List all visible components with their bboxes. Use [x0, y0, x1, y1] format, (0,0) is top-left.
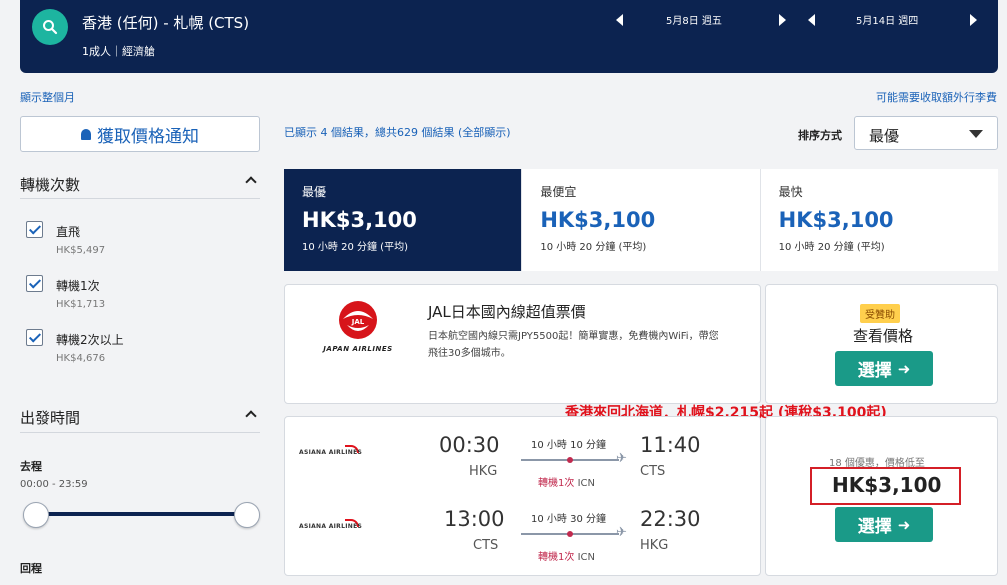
outbound-time-slider-track[interactable]: [36, 512, 248, 516]
prev-depart-date-icon[interactable]: [616, 14, 623, 26]
plane-icon: ✈: [616, 451, 627, 466]
price-alert-label: 獲取價格通知: [97, 126, 199, 147]
jal-brand-text: JAPAN AIRLINES: [323, 345, 393, 353]
collapse-stops-icon[interactable]: [245, 176, 257, 188]
leg1-depart-time: 00:30: [439, 433, 500, 457]
tab-price: HK$3,100: [778, 208, 894, 232]
chevron-down-icon: [969, 130, 983, 138]
leg2-depart-code: CTS: [473, 538, 499, 553]
passenger-class[interactable]: 1成人｜經濟艙: [82, 43, 155, 59]
collapse-time-icon[interactable]: [245, 410, 257, 422]
search-header[interactable]: 香港 (任何) - 札幌 (CTS) 1成人｜經濟艙 5月8日 週五 5月14日…: [20, 0, 998, 73]
depart-date[interactable]: 5月8日 週五: [666, 12, 722, 27]
stops-filter-title[interactable]: 轉機次數: [20, 174, 80, 195]
leg1-arrive-code: CTS: [640, 464, 666, 479]
baggage-fee-link[interactable]: 可能需要收取額外行李費: [876, 89, 997, 105]
airline-name: ASIANA AIRLINES: [299, 523, 363, 530]
leg1-stop-dot: [567, 457, 573, 463]
outbound-slider-end-handle[interactable]: [234, 502, 260, 528]
outbound-slider-start-handle[interactable]: [23, 502, 49, 528]
sponsored-ad-card[interactable]: JAL JAPAN AIRLINES JAL日本國內線超值票價 日本航空國內線只…: [284, 284, 761, 404]
next-depart-date-icon[interactable]: [779, 14, 786, 26]
search-icon: [43, 20, 58, 35]
leg2-stop-dot: [567, 531, 573, 537]
tab-name: 最快: [778, 185, 803, 199]
leg2-depart-time: 13:00: [444, 507, 505, 531]
bell-icon: [81, 128, 91, 140]
select-label: 選擇: [857, 517, 892, 537]
search-button[interactable]: [32, 9, 68, 45]
outbound-range: 00:00 - 23:59: [20, 479, 88, 490]
stops-two-plus-checkbox[interactable]: [26, 329, 43, 346]
leg1-stops: 轉機1次 ICN: [538, 478, 595, 489]
outbound-label: 去程: [20, 460, 42, 473]
leg2-arrive-code: HKG: [640, 538, 669, 553]
price-alert-button[interactable]: 獲取價格通知: [20, 116, 260, 152]
stops-two-plus-price: HK$4,676: [56, 353, 106, 364]
tab-name: 最優: [302, 185, 327, 199]
stops-one-price: HK$1,713: [56, 299, 106, 310]
results-summary[interactable]: 已顯示 4 個結果，總共629 個結果 (全部顯示): [284, 124, 511, 140]
svg-text:JAL: JAL: [351, 318, 365, 326]
stops-one-label[interactable]: 轉機1次: [56, 277, 100, 294]
stops-two-plus-label[interactable]: 轉機2次以上: [56, 331, 124, 348]
tab-price: HK$3,100: [302, 208, 417, 232]
sponsored-badge: 受贊助: [860, 304, 900, 323]
show-whole-month-link[interactable]: 顯示整個月: [20, 89, 75, 105]
flight-result-card[interactable]: ASIANA AIRLINES 00:30 HKG 10 小時 10 分鐘 ✈ …: [284, 416, 761, 576]
ad-select-button[interactable]: 選擇 ➜: [835, 351, 933, 386]
tab-price: HK$3,100: [540, 208, 656, 232]
stops-direct-label[interactable]: 直飛: [56, 223, 80, 240]
return-label: 回程: [20, 562, 42, 575]
ad-description: 日本航空國內線只需JPY5500起！簡單實惠，免費機內WiFi，帶您飛往30多個…: [428, 331, 719, 359]
flight-select-button[interactable]: 選擇 ➜: [835, 507, 933, 542]
prev-return-date-icon[interactable]: [808, 14, 815, 26]
stops-direct-checkbox[interactable]: [26, 221, 43, 238]
tab-duration: 10 小時 20 分鐘 (平均): [778, 242, 885, 253]
tab-duration: 10 小時 20 分鐘 (平均): [302, 242, 408, 253]
arrow-right-icon: ➜: [897, 359, 911, 378]
tab-cheapest[interactable]: 最便宜 HK$3,100 10 小時 20 分鐘 (平均): [522, 169, 761, 271]
stops-direct-price: HK$5,497: [56, 245, 106, 256]
leg1-arrive-time: 11:40: [640, 433, 701, 457]
stops-one-checkbox[interactable]: [26, 275, 43, 292]
ad-title[interactable]: JAL日本國內線超值票價: [428, 301, 586, 322]
view-price-label: 查看價格: [853, 327, 914, 345]
departure-time-title[interactable]: 出發時間: [20, 407, 80, 428]
tab-name: 最便宜: [540, 185, 577, 199]
tab-duration: 10 小時 20 分鐘 (平均): [540, 242, 647, 253]
leg1-depart-code: HKG: [469, 464, 498, 479]
route-title[interactable]: 香港 (任何) - 札幌 (CTS): [82, 12, 249, 33]
divider: [20, 432, 260, 433]
sort-select[interactable]: 最優: [854, 116, 998, 150]
price-highlight-box: [810, 467, 961, 505]
sponsored-cta-card[interactable]: 受贊助 查看價格 選擇 ➜: [765, 284, 998, 404]
sort-label: 排序方式: [798, 129, 842, 142]
sort-tabs: 最優 HK$3,100 10 小時 20 分鐘 (平均) 最便宜 HK$3,10…: [284, 169, 998, 271]
sort-value: 最優: [869, 127, 900, 145]
leg1-duration: 10 小時 10 分鐘: [531, 440, 606, 451]
tab-fastest[interactable]: 最快 HK$3,100 10 小時 20 分鐘 (平均): [761, 169, 998, 271]
leg2-arrive-time: 22:30: [640, 507, 701, 531]
return-date[interactable]: 5月14日 週四: [856, 12, 918, 27]
select-label: 選擇: [857, 361, 892, 381]
airline-name: ASIANA AIRLINES: [299, 449, 363, 456]
plane-icon: ✈: [616, 525, 627, 540]
leg2-duration: 10 小時 30 分鐘: [531, 514, 606, 525]
next-return-date-icon[interactable]: [970, 14, 977, 26]
divider: [20, 198, 260, 199]
tab-best[interactable]: 最優 HK$3,100 10 小時 20 分鐘 (平均): [284, 169, 523, 271]
arrow-right-icon: ➜: [897, 515, 911, 534]
jal-logo: JAL JAPAN AIRLINES: [307, 299, 409, 357]
leg2-stops: 轉機1次 ICN: [538, 552, 595, 563]
